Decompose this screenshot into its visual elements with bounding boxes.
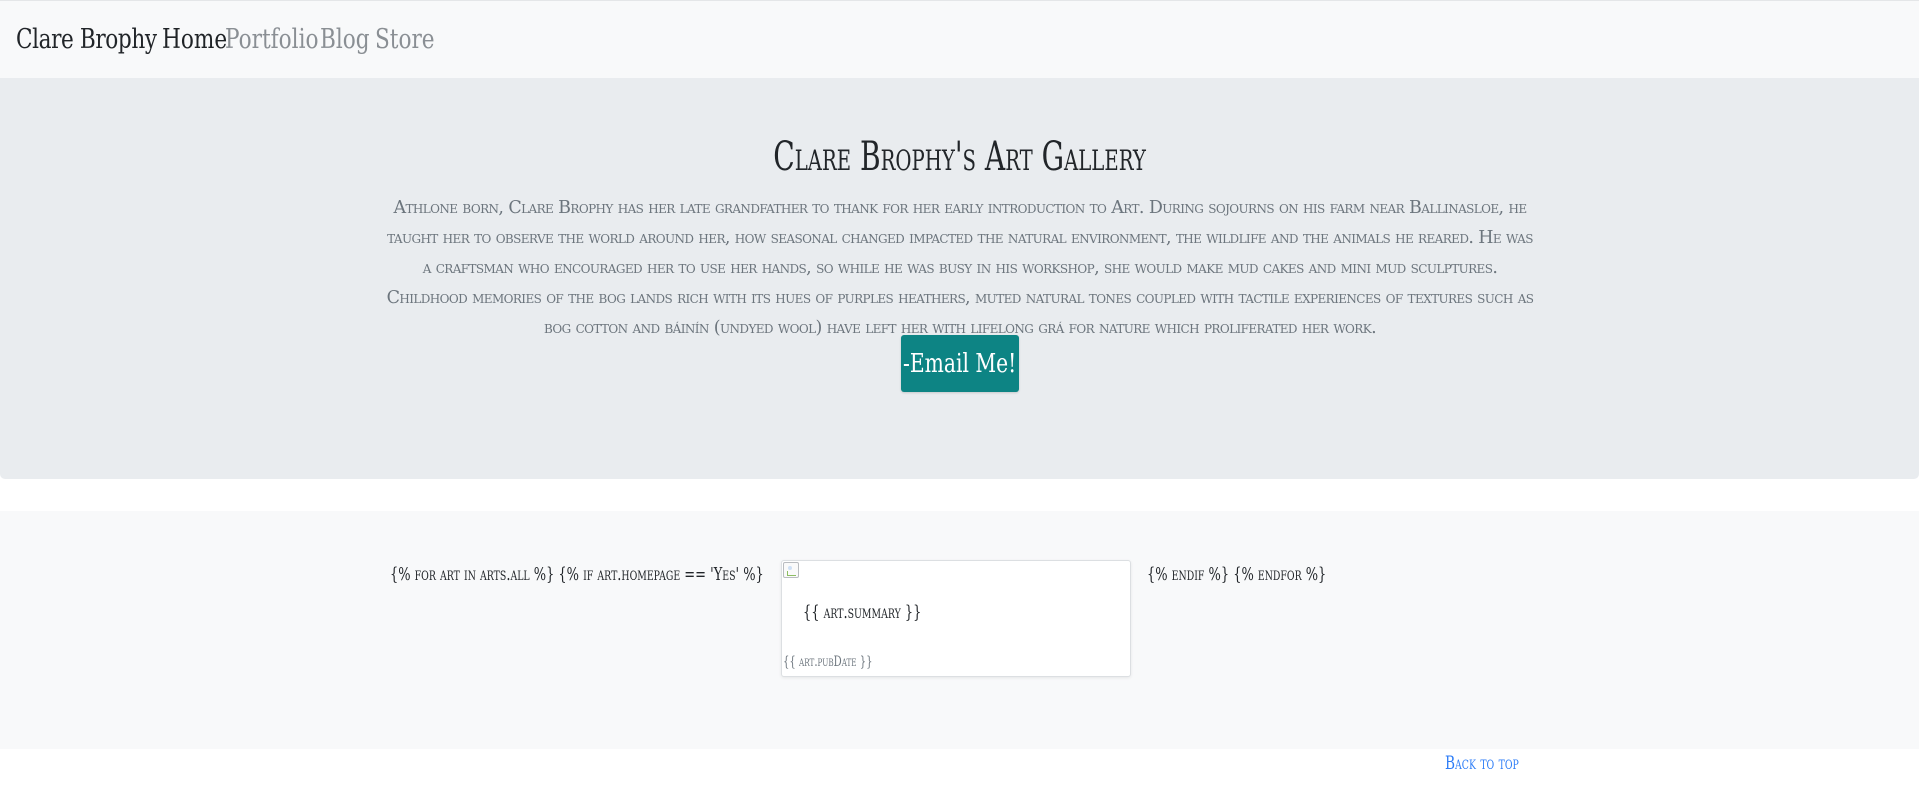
- template-loop-open: {% for art in arts.all %} {% if art.home…: [390, 564, 764, 585]
- nav-item-home[interactable]: Home: [162, 24, 227, 55]
- navbar: Clare Brophy Home Portfolio Blog Store: [0, 0, 1919, 78]
- brand-link[interactable]: Clare Brophy: [16, 24, 157, 55]
- nav-item-blog[interactable]: Blog: [320, 24, 370, 55]
- jumbotron: Clare Brophy's Art Gallery Athlone born,…: [0, 78, 1919, 479]
- bio-paragraph: Athlone born, Clare Brophy has her late …: [386, 198, 1534, 338]
- nav-item-store[interactable]: Store: [375, 24, 435, 55]
- template-loop-close: {% endif %} {% endfor %}: [1147, 564, 1327, 585]
- email-me-button[interactable]: -Email Me!: [901, 335, 1019, 392]
- gallery-section: {% for art in arts.all %} {% if art.home…: [0, 511, 1919, 749]
- art-pub-date: {{ art.pubDate }}: [783, 654, 873, 670]
- art-card[interactable]: {{ art.summary }} {{ art.pubDate }}: [781, 560, 1131, 677]
- broken-image-icon: [783, 562, 799, 578]
- email-me-label: -Email Me!: [903, 348, 1017, 379]
- lead-wrapper: Athlone born, Clare Brophy has her late …: [386, 193, 1534, 343]
- page-title: Clare Brophy's Art Gallery: [773, 134, 1146, 180]
- nav-item-portfolio[interactable]: Portfolio: [225, 24, 318, 55]
- nav-menu: Home Portfolio Blog Store: [162, 24, 435, 55]
- back-to-top-link[interactable]: Back to top: [1445, 752, 1519, 774]
- art-summary: {{ art.summary }}: [803, 602, 922, 623]
